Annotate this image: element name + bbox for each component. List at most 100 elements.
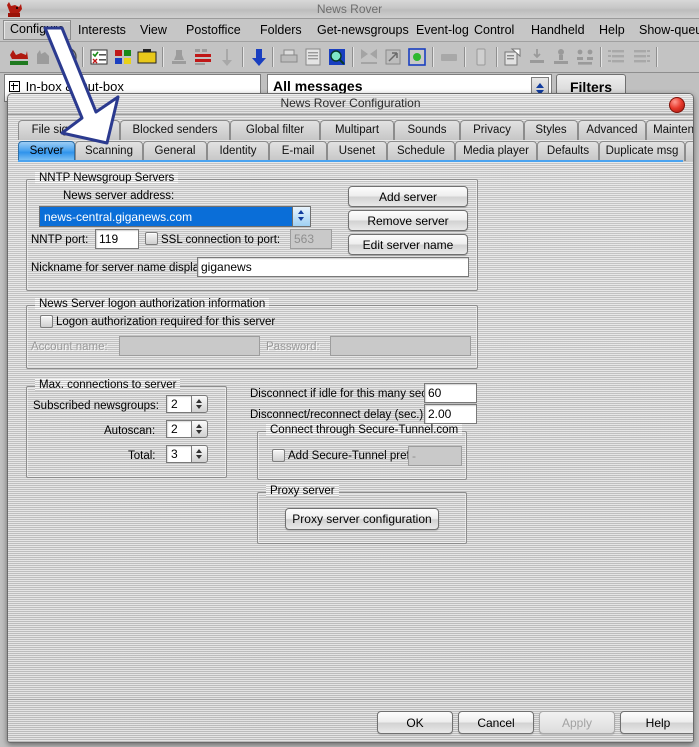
subscribed-newsgroups-stepper[interactable]: 2 bbox=[166, 395, 208, 413]
tab-usenet[interactable]: Usenet bbox=[327, 141, 387, 161]
menu-view[interactable]: View bbox=[134, 21, 173, 39]
menu-event-log[interactable]: Event-log bbox=[410, 21, 475, 39]
blue-down-arrow-icon[interactable] bbox=[248, 46, 270, 68]
tab-duplicate-msg[interactable]: Duplicate msg bbox=[599, 141, 685, 161]
tab-advanced[interactable]: Advanced bbox=[578, 120, 646, 140]
stepper-arrows-icon[interactable] bbox=[191, 445, 208, 463]
nickname-input[interactable]: giganews bbox=[197, 257, 469, 277]
autoscan-stepper[interactable]: 2 bbox=[166, 420, 208, 438]
news-server-address-combo[interactable]: news-central.giganews.com bbox=[39, 206, 311, 227]
collapse-icon[interactable] bbox=[358, 46, 380, 68]
menu-control[interactable]: Control bbox=[468, 21, 520, 39]
tab-maintenance[interactable]: Maintenance bbox=[646, 120, 693, 140]
tab-file-signatures[interactable]: File signatures bbox=[18, 120, 120, 140]
tree-root-row[interactable]: In-box & Out-box bbox=[9, 79, 124, 94]
tab-blocked-senders[interactable]: Blocked senders bbox=[120, 120, 230, 140]
menu-get-newsgroups[interactable]: Get-newsgroups bbox=[311, 21, 415, 39]
tab-styles[interactable]: Styles bbox=[524, 120, 578, 140]
expand-icon[interactable] bbox=[382, 46, 404, 68]
stamp-icon[interactable] bbox=[168, 46, 190, 68]
tab-identity[interactable]: Identity bbox=[207, 141, 269, 161]
combo-updown-icon[interactable] bbox=[292, 207, 310, 226]
ssl-connection-label: SSL connection to port: bbox=[161, 234, 281, 246]
logon-required-checkbox[interactable] bbox=[40, 315, 53, 328]
edit-server-name-button[interactable]: Edit server name bbox=[348, 234, 468, 255]
nntp-port-input[interactable]: 119 bbox=[95, 229, 139, 249]
bar-icon[interactable] bbox=[438, 46, 460, 68]
secure-tunnel-prefix-checkbox[interactable] bbox=[272, 449, 285, 462]
max-connections-group: Max. connections to server Subscribed ne… bbox=[26, 379, 227, 478]
cat-icon[interactable] bbox=[32, 46, 54, 68]
download-person-icon[interactable] bbox=[526, 46, 548, 68]
tab-privacy[interactable]: Privacy bbox=[460, 120, 524, 140]
document-icon[interactable] bbox=[302, 46, 324, 68]
tab-email[interactable]: E-mail bbox=[269, 141, 327, 161]
ssl-port-input[interactable]: 563 bbox=[290, 229, 332, 249]
menu-folders[interactable]: Folders bbox=[254, 21, 308, 39]
account-name-input[interactable] bbox=[119, 336, 260, 356]
tall-bar-icon[interactable] bbox=[470, 46, 492, 68]
logon-group-caption: News Server logon authorization informat… bbox=[35, 298, 270, 310]
gauge-icon[interactable] bbox=[56, 46, 78, 68]
down-arrow-icon[interactable] bbox=[216, 46, 238, 68]
stepper-arrows-icon[interactable] bbox=[191, 395, 208, 413]
tab-scanning[interactable]: Scanning bbox=[75, 141, 143, 161]
menu-handheld[interactable]: Handheld bbox=[525, 21, 591, 39]
main-menubar: Configure Interests View Postoffice Fold… bbox=[0, 19, 699, 42]
checklist-icon[interactable] bbox=[88, 46, 110, 68]
add-server-button[interactable]: Add server bbox=[348, 186, 468, 207]
search-magnifier-icon[interactable] bbox=[326, 46, 348, 68]
main-window-title: News Rover bbox=[316, 2, 383, 16]
list-out-icon[interactable] bbox=[630, 46, 652, 68]
cancel-button[interactable]: Cancel bbox=[458, 711, 534, 734]
ssl-connection-checkbox[interactable] bbox=[145, 232, 158, 245]
ok-button[interactable]: OK bbox=[377, 711, 453, 734]
total-stepper[interactable]: 3 bbox=[166, 445, 208, 463]
sorted-list-icon[interactable] bbox=[192, 46, 214, 68]
menu-interests[interactable]: Interests bbox=[72, 21, 132, 39]
properties-icon[interactable] bbox=[502, 46, 524, 68]
nickname-label: Nickname for server name display: bbox=[31, 262, 209, 274]
toolbar-separator bbox=[162, 47, 164, 67]
secure-tunnel-prefix-input[interactable]: - bbox=[408, 446, 462, 466]
help-button[interactable]: Help bbox=[620, 711, 693, 734]
tab-sounds[interactable]: Sounds bbox=[394, 120, 460, 140]
password-input[interactable] bbox=[330, 336, 471, 356]
close-icon[interactable] bbox=[669, 97, 685, 113]
toolbar-separator bbox=[82, 47, 84, 67]
tab-schedule[interactable]: Schedule bbox=[387, 141, 455, 161]
tab-media-player[interactable]: Media player bbox=[455, 141, 537, 161]
total-value[interactable]: 3 bbox=[166, 445, 191, 463]
toolbar-separator bbox=[656, 47, 658, 67]
plus-icon[interactable] bbox=[9, 81, 20, 92]
autoscan-value[interactable]: 2 bbox=[166, 420, 191, 438]
subscribed-newsgroups-value[interactable]: 2 bbox=[166, 395, 191, 413]
printer-icon[interactable] bbox=[278, 46, 300, 68]
tab-general[interactable]: General bbox=[143, 141, 207, 161]
list-in-icon[interactable] bbox=[606, 46, 628, 68]
color-blocks-icon[interactable] bbox=[112, 46, 134, 68]
secure-tunnel-group: Connect through Secure-Tunnel.com Add Se… bbox=[257, 424, 467, 480]
yellow-folder-icon[interactable] bbox=[136, 46, 158, 68]
proxy-server-configuration-button[interactable]: Proxy server configuration bbox=[285, 508, 439, 530]
stepper-arrows-icon[interactable] bbox=[191, 420, 208, 438]
tab-server[interactable]: Server bbox=[18, 141, 75, 161]
menu-show-queue[interactable]: Show-queue bbox=[633, 21, 699, 39]
reconnect-delay-input[interactable]: 2.00 bbox=[424, 404, 477, 424]
upload-person-icon[interactable] bbox=[550, 46, 572, 68]
disconnect-idle-input[interactable]: 60 bbox=[424, 383, 477, 403]
tab-multipart[interactable]: Multipart bbox=[320, 120, 394, 140]
rover-dog-icon[interactable] bbox=[8, 46, 30, 68]
people-icon[interactable] bbox=[574, 46, 596, 68]
tab-global-filter[interactable]: Global filter bbox=[230, 120, 320, 140]
tab-duplicate-files[interactable]: Duplicate files bbox=[685, 141, 693, 161]
tab-defaults[interactable]: Defaults bbox=[537, 141, 599, 161]
logon-authorization-group: News Server logon authorization informat… bbox=[26, 298, 478, 369]
dialog-title: News Rover Configuration bbox=[280, 96, 421, 110]
green-dot-icon[interactable] bbox=[406, 46, 428, 68]
menu-help[interactable]: Help bbox=[593, 21, 631, 39]
remove-server-button[interactable]: Remove server bbox=[348, 210, 468, 231]
logon-required-label: Logon authorization required for this se… bbox=[56, 316, 276, 328]
menu-postoffice[interactable]: Postoffice bbox=[180, 21, 247, 39]
menu-configure[interactable]: Configure bbox=[3, 20, 72, 40]
